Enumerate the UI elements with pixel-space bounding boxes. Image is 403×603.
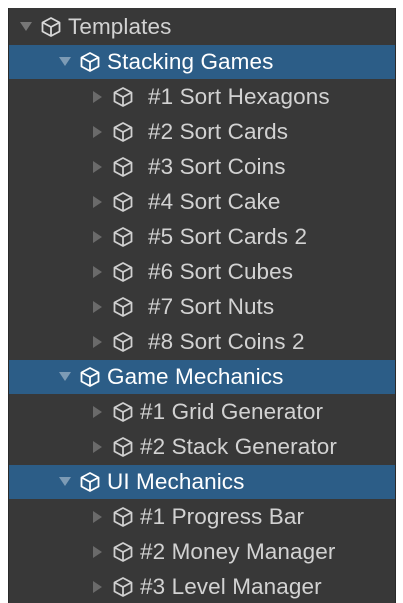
- tree-item-label: #8 Sort Coins 2: [148, 329, 305, 354]
- collapsed-arrow-icon[interactable]: [87, 331, 109, 353]
- prefab-cube-icon: [109, 188, 137, 216]
- prefab-cube-icon: [109, 398, 137, 426]
- prefab-cube-icon: [76, 48, 104, 76]
- collapsed-arrow-icon[interactable]: [87, 121, 109, 143]
- collapsed-arrow-icon[interactable]: [87, 261, 109, 283]
- collapsed-arrow-icon[interactable]: [87, 436, 109, 458]
- prefab-cube-icon: [76, 468, 104, 496]
- tree-item-label: #3 Level Manager: [140, 574, 322, 599]
- tree-item[interactable]: #7 Sort Nuts: [9, 290, 395, 324]
- prefab-cube-icon: [76, 363, 104, 391]
- tree-item[interactable]: #2 Money Manager: [9, 535, 395, 569]
- collapsed-arrow-icon[interactable]: [87, 506, 109, 528]
- tree-item-label: #5 Sort Cards 2: [148, 224, 308, 249]
- tree-item[interactable]: #1 Grid Generator: [9, 395, 395, 429]
- prefab-cube-icon: [109, 538, 137, 566]
- tree-item[interactable]: #1 Progress Bar: [9, 500, 395, 534]
- tree-item-label: #1 Sort Hexagons: [148, 84, 330, 109]
- collapsed-arrow-icon[interactable]: [87, 401, 109, 423]
- tree-item[interactable]: #5 Sort Cards 2: [9, 220, 395, 254]
- collapsed-arrow-icon[interactable]: [87, 86, 109, 108]
- prefab-cube-icon: [109, 223, 137, 251]
- tree-group-stacking-games[interactable]: Stacking Games: [9, 45, 395, 79]
- prefab-cube-icon: [109, 503, 137, 531]
- tree-item-label: #3 Sort Coins: [148, 154, 286, 179]
- prefab-cube-icon: [109, 293, 137, 321]
- tree-group-label: UI Mechanics: [107, 469, 245, 494]
- expand-arrow-down-icon[interactable]: [54, 471, 76, 493]
- prefab-cube-icon: [109, 433, 137, 461]
- tree-item[interactable]: #3 Sort Coins: [9, 150, 395, 184]
- tree-group-ui-mechanics[interactable]: UI Mechanics: [9, 465, 395, 499]
- tree-item[interactable]: #3 Level Manager: [9, 570, 395, 603]
- tree-item[interactable]: #6 Sort Cubes: [9, 255, 395, 289]
- prefab-cube-icon: [109, 258, 137, 286]
- hierarchy-panel: Templates Stacking Games #1 Sort Hexagon…: [0, 0, 403, 603]
- tree-item-label: #2 Sort Cards: [148, 119, 289, 144]
- tree-item-label: #2 Money Manager: [140, 539, 336, 564]
- tree-item[interactable]: #2 Sort Cards: [9, 115, 395, 149]
- tree-item-label: #4 Sort Cake: [148, 189, 281, 214]
- tree-item-label: #6 Sort Cubes: [148, 259, 294, 284]
- prefab-cube-icon: [109, 328, 137, 356]
- prefab-cube-icon: [37, 13, 65, 41]
- tree-group-label: Game Mechanics: [107, 364, 284, 389]
- tree-group-label: Stacking Games: [107, 49, 274, 74]
- collapsed-arrow-icon[interactable]: [87, 156, 109, 178]
- tree-item-label: #2 Stack Generator: [140, 434, 337, 459]
- hierarchy-tree: Templates Stacking Games #1 Sort Hexagon…: [8, 8, 396, 603]
- expand-arrow-down-icon[interactable]: [54, 366, 76, 388]
- collapsed-arrow-icon[interactable]: [87, 541, 109, 563]
- tree-item-label: #1 Progress Bar: [140, 504, 305, 529]
- tree-item[interactable]: #4 Sort Cake: [9, 185, 395, 219]
- tree-item-label: #7 Sort Nuts: [148, 294, 275, 319]
- tree-item[interactable]: #2 Stack Generator: [9, 430, 395, 464]
- tree-root-templates[interactable]: Templates: [9, 10, 395, 44]
- expand-arrow-down-icon[interactable]: [54, 51, 76, 73]
- collapsed-arrow-icon[interactable]: [87, 226, 109, 248]
- tree-group-game-mechanics[interactable]: Game Mechanics: [9, 360, 395, 394]
- prefab-cube-icon: [109, 573, 137, 601]
- tree-item-label: #1 Grid Generator: [140, 399, 324, 424]
- prefab-cube-icon: [109, 83, 137, 111]
- prefab-cube-icon: [109, 118, 137, 146]
- tree-item[interactable]: #1 Sort Hexagons: [9, 80, 395, 114]
- expand-arrow-down-icon[interactable]: [15, 16, 37, 38]
- tree-item[interactable]: #8 Sort Coins 2: [9, 325, 395, 359]
- collapsed-arrow-icon[interactable]: [87, 296, 109, 318]
- collapsed-arrow-icon[interactable]: [87, 191, 109, 213]
- prefab-cube-icon: [109, 153, 137, 181]
- collapsed-arrow-icon[interactable]: [87, 576, 109, 598]
- tree-root-label: Templates: [68, 14, 172, 39]
